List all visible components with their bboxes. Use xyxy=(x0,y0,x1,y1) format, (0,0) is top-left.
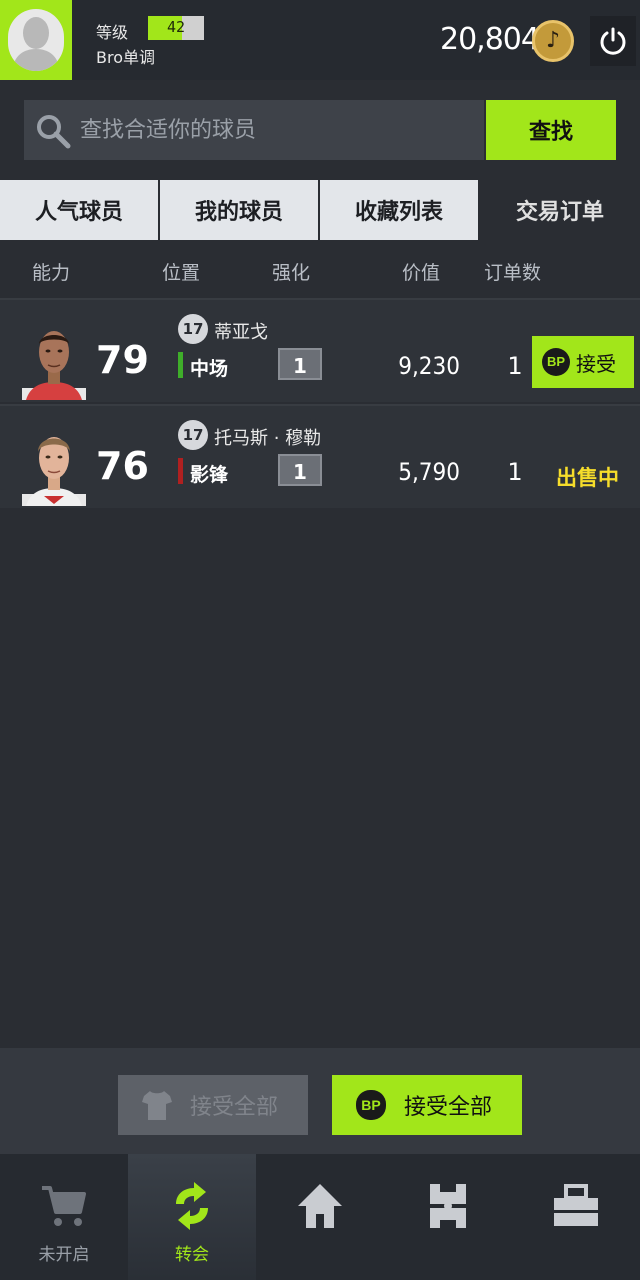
jersey-icon xyxy=(142,1091,172,1120)
nav-label: 未开启 xyxy=(38,1245,90,1265)
player-position: 影锋 xyxy=(190,464,229,486)
bp-icon: BP xyxy=(356,1090,386,1120)
column-header-upgrade: 强化 xyxy=(272,262,311,284)
top-bar: 等级 42 Bro单调 20,804 ♪ xyxy=(0,0,640,80)
username: Bro单调 xyxy=(96,48,155,67)
bottom-nav: 未开启 转会 xyxy=(0,1154,640,1280)
power-button[interactable] xyxy=(590,16,636,66)
order-count: 1 xyxy=(507,458,523,486)
accept-all-bp-button[interactable]: BP 接受全部 xyxy=(332,1075,522,1135)
tab-favorites[interactable]: 收藏列表 xyxy=(320,180,480,240)
player-name: 蒂亚戈 xyxy=(214,322,268,343)
transfer-icon xyxy=(176,1182,208,1230)
player-name: 托马斯 · 穆勒 xyxy=(214,428,322,449)
bp-icon: BP xyxy=(542,348,570,376)
order-row[interactable]: 76 17 托马斯 · 穆勒 影锋 1 5,790 1 出售中 xyxy=(0,404,640,508)
player-position: 中场 xyxy=(190,358,229,380)
tab-trade-orders[interactable]: 交易订单 xyxy=(480,180,640,240)
season-badge: 17 xyxy=(178,420,208,450)
tab-popular-players[interactable]: 人气球员 xyxy=(0,180,160,240)
accept-all-label: 接受全部 xyxy=(190,1094,279,1119)
nav-item-transfer[interactable]: 转会 xyxy=(128,1154,256,1280)
player-rating: 79 xyxy=(96,338,149,382)
season-badge: 17 xyxy=(178,314,208,344)
accept-all-disabled-button: 接受全部 xyxy=(118,1075,308,1135)
nav-label: 转会 xyxy=(175,1245,209,1265)
power-icon xyxy=(600,27,626,55)
search-icon xyxy=(37,115,71,149)
nav-item-bag[interactable] xyxy=(512,1154,640,1280)
column-header-position: 位置 xyxy=(162,262,201,284)
column-header-price: 价值 xyxy=(402,262,441,284)
accept-all-label: 接受全部 xyxy=(404,1094,493,1119)
cart-icon xyxy=(42,1186,86,1226)
player-price: 5,790 xyxy=(398,458,460,486)
accept-button[interactable]: BP 接受 xyxy=(532,336,634,388)
player-face-image xyxy=(22,331,86,400)
player-price: 9,230 xyxy=(398,352,460,380)
upgrade-level: 1 xyxy=(278,454,322,486)
selling-status: 出售中 xyxy=(556,466,619,490)
home-icon xyxy=(298,1184,342,1228)
nav-item-home[interactable] xyxy=(256,1154,384,1280)
level-label: 等级 xyxy=(96,23,129,42)
order-row[interactable]: 79 17 蒂亚戈 中场 1 9,230 1 BP 接受 xyxy=(0,298,640,402)
player-rating: 76 xyxy=(96,444,149,488)
position-color-bar xyxy=(178,352,183,378)
level-value: 42 xyxy=(166,18,186,36)
coin-balance: 20,804 xyxy=(440,22,540,57)
search-input[interactable] xyxy=(80,100,480,160)
pitch-icon xyxy=(430,1184,466,1228)
column-header-ability: 能力 xyxy=(32,262,71,284)
accept-label: 接受 xyxy=(576,353,616,376)
music-note-coin-icon: ♪ xyxy=(532,20,574,62)
column-header-orders: 订单数 xyxy=(484,262,542,284)
tab-my-players[interactable]: 我的球员 xyxy=(160,180,320,240)
position-color-bar xyxy=(178,458,183,484)
nav-item-pitch[interactable] xyxy=(384,1154,512,1280)
bag-icon xyxy=(554,1184,598,1226)
tab-bar: 人气球员 我的球员 收藏列表 交易订单 xyxy=(0,180,640,240)
bulk-action-bar xyxy=(0,1048,640,1154)
level-progress-bar: 42 xyxy=(148,16,204,40)
upgrade-level: 1 xyxy=(278,348,322,380)
avatar[interactable] xyxy=(0,0,72,80)
player-face-image xyxy=(22,437,86,506)
order-count: 1 xyxy=(507,352,523,380)
nav-item-store[interactable]: 未开启 xyxy=(0,1154,128,1280)
search-box xyxy=(24,100,484,160)
search-button[interactable]: 查找 xyxy=(486,100,616,160)
default-avatar-icon xyxy=(8,9,64,71)
